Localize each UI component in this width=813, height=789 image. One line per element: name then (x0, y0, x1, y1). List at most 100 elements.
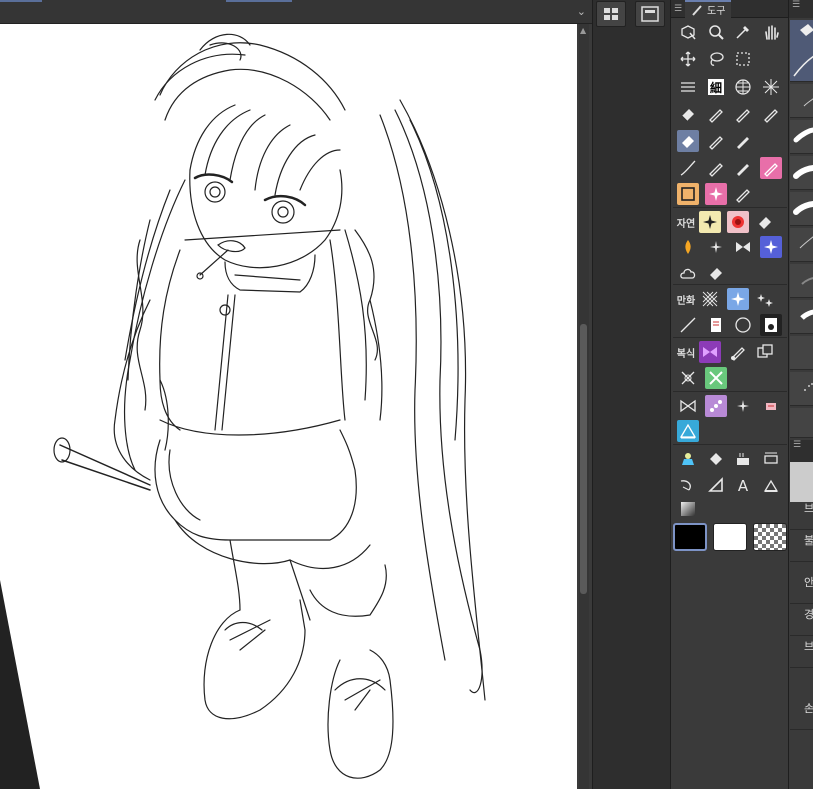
drawing-canvas[interactable] (0, 24, 577, 789)
x-pattern-tool-button[interactable] (677, 367, 699, 389)
marker-tool-button[interactable] (760, 103, 782, 125)
canvas-edge-shadow (0, 580, 40, 789)
tool-property-label[interactable]: 경 (790, 606, 813, 636)
grid-icon (735, 79, 751, 95)
rose-tool-button[interactable] (726, 211, 749, 233)
lace-tool-button[interactable] (704, 395, 727, 417)
transparent-color-swatch[interactable] (753, 523, 787, 551)
blue-star-tool-button[interactable] (759, 236, 782, 258)
orange-frame-tool-button[interactable] (677, 183, 699, 205)
speaker-tool-button[interactable] (759, 314, 782, 336)
subtool-item[interactable] (790, 84, 813, 118)
pink-sparkle-icon (708, 187, 723, 201)
subtool-item[interactable] (790, 336, 813, 370)
green-pattern-tool-button[interactable] (704, 367, 727, 389)
lasso-tool-button[interactable] (705, 48, 727, 70)
subtool-item[interactable] (790, 120, 813, 154)
hamburger-icon[interactable]: ☰ (671, 4, 685, 14)
tool-property-label[interactable]: 안 (790, 574, 813, 604)
object-select-tool-button[interactable] (677, 21, 699, 43)
bow-tool-button[interactable] (677, 395, 699, 417)
cake-tool-button[interactable] (677, 448, 699, 470)
tab-tools[interactable]: 도구 (685, 0, 732, 18)
slash-tool-button[interactable] (677, 314, 699, 336)
subtool-item[interactable] (790, 300, 813, 334)
eraser-tool-button[interactable] (677, 103, 699, 125)
zoom-tool-button[interactable] (705, 21, 727, 43)
pen-tool-button[interactable] (705, 103, 727, 125)
tool-property-label[interactable]: 불 (790, 532, 813, 562)
tool-property-label[interactable]: 손 (790, 700, 813, 730)
green-pattern-icon (708, 371, 723, 385)
small-sparkle-tool-button[interactable] (732, 395, 754, 417)
pencil2-tool-button[interactable] (732, 130, 754, 152)
triangle-ruler-tool-button[interactable] (705, 474, 727, 496)
purple-ribbon-tool-button[interactable] (699, 341, 721, 363)
move-tool-button[interactable] (677, 48, 699, 70)
lines-tool-button[interactable] (677, 76, 699, 98)
fine-detail-tool-button[interactable]: 細 (705, 76, 727, 98)
color-swatches (673, 523, 787, 551)
canvas-area[interactable]: ⌄ ▲ (0, 0, 592, 789)
pink-pen-tool-button[interactable] (759, 157, 782, 179)
balloon-tool-button[interactable] (760, 474, 782, 496)
subtool-item[interactable] (790, 192, 813, 226)
tool-property-label[interactable]: 브 (790, 500, 813, 530)
pencil-tool-button[interactable] (732, 103, 754, 125)
sub-color-swatch[interactable] (713, 523, 747, 551)
scroll-tool-button[interactable] (705, 314, 727, 336)
pen2-tool-button[interactable] (705, 130, 727, 152)
tab-highlight (226, 0, 292, 2)
scrollbar-thumb[interactable] (580, 324, 587, 594)
stars-tool-button[interactable] (754, 288, 776, 310)
circle-tool-button[interactable] (732, 314, 754, 336)
marker-icon (763, 109, 778, 123)
pink-sparkle-tool-button[interactable] (704, 183, 727, 205)
subtool-item[interactable] (790, 408, 813, 438)
drop-pen-tool-button[interactable] (727, 341, 749, 363)
blue-sparkle-tool-button[interactable] (726, 288, 749, 310)
scroll-up-icon[interactable]: ▲ (580, 26, 586, 35)
eyedropper-tool-button[interactable] (732, 21, 754, 43)
flame-tool-button[interactable] (677, 236, 699, 258)
layers-tool-button[interactable] (754, 341, 776, 363)
rect-select-tool-button[interactable] (732, 48, 754, 70)
pen5-tool-button[interactable] (732, 183, 754, 205)
main-color-swatch[interactable] (673, 523, 707, 551)
hamburger-icon[interactable]: ☰ (789, 0, 813, 18)
sparkle-tool-button[interactable] (760, 76, 782, 98)
layer-panel-button[interactable] (635, 1, 665, 27)
pen4-tool-button[interactable] (732, 157, 754, 179)
pen3-tool-button[interactable] (705, 157, 727, 179)
eraser2-tool-button[interactable] (754, 211, 776, 233)
hamburger-icon[interactable]: ☰ (790, 440, 813, 462)
hand-tool-button[interactable] (760, 21, 782, 43)
navigator-button[interactable] (596, 1, 626, 27)
tool-property-label[interactable]: 브 (790, 638, 813, 668)
blue-tent-tool-button[interactable] (677, 420, 699, 442)
fill-bucket-icon (709, 453, 722, 465)
subtool-item[interactable] (790, 156, 813, 190)
yellow-sparkle-tool-button[interactable] (699, 211, 721, 233)
ruler-tool-button[interactable] (760, 448, 782, 470)
twinkle-tool-button[interactable] (705, 236, 727, 258)
subtool-item[interactable] (790, 48, 813, 82)
text-tool-tool-button[interactable]: A (732, 474, 754, 496)
curve-tool-button[interactable] (677, 157, 699, 179)
fill-bucket-tool-button[interactable] (705, 448, 727, 470)
text-cursor-tool-button[interactable] (732, 448, 754, 470)
cloud-tool-button[interactable] (677, 262, 699, 284)
swoosh-tool-button[interactable] (677, 474, 699, 496)
eraser-active-tool-button[interactable] (677, 130, 699, 152)
chevron-down-icon[interactable]: ⌄ (577, 5, 586, 18)
grid-tool-button[interactable] (732, 76, 754, 98)
gradient-tool-button[interactable] (677, 498, 699, 520)
subtool-item[interactable] (790, 264, 813, 298)
vertical-scrollbar[interactable]: ▲ (579, 24, 589, 789)
eraser3-tool-button[interactable] (705, 262, 727, 284)
crosshatch-tool-button[interactable] (699, 288, 721, 310)
ribbon-tool-button[interactable] (732, 236, 754, 258)
subtool-item[interactable] (790, 228, 813, 262)
tag-tool-button[interactable] (760, 395, 782, 417)
subtool-item[interactable] (790, 372, 813, 406)
